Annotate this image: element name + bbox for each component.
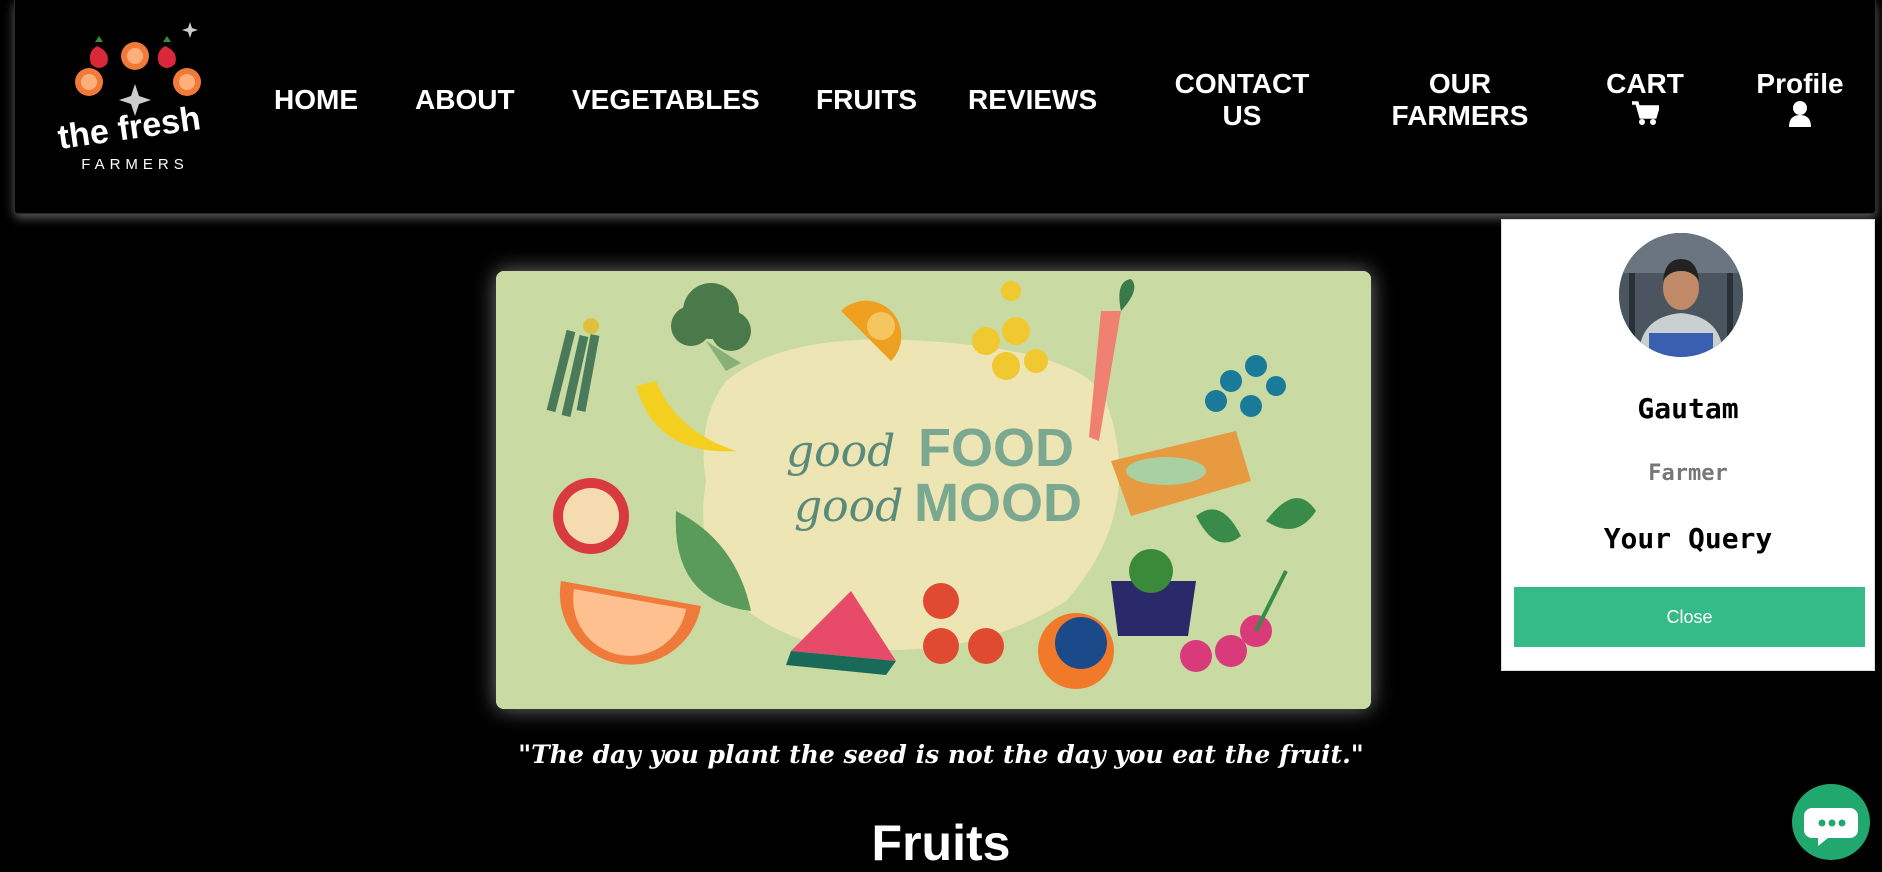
chat-button[interactable] [1792,784,1870,860]
nav-cart[interactable]: CART [1595,68,1695,126]
site-logo[interactable]: the fresh FARMERS [35,14,225,179]
cart-icon [1632,101,1659,125]
nav-farmers-line1: OUR [1428,68,1492,99]
avatar-photo-icon [1619,233,1743,357]
fruits-section-title: Fruits [871,815,1011,871]
your-query-label: Your Query [1603,522,1773,555]
banner-good-2: good [794,481,903,532]
chat-icon [1804,808,1858,846]
nav-reviews[interactable]: REVIEWS [968,84,1097,116]
user-icon [1789,101,1811,127]
profile-avatar [1619,233,1743,357]
nav-contact-us[interactable]: CONTACT US [1157,68,1327,132]
nav-cart-label: CART [1606,68,1684,99]
profile-name: Gautam [1637,392,1739,425]
nav-home[interactable]: HOME [274,84,358,116]
logo-subtext: FARMERS [81,156,189,173]
nav-profile-label: Profile [1756,68,1844,99]
nav-farmers-line2: FARMERS [1391,100,1529,131]
nav-vegetables[interactable]: VEGETABLES [572,84,760,116]
nav-our-farmers[interactable]: OUR FARMERS [1375,68,1545,132]
hero-banner: good FOOD good MOOD [496,271,1371,709]
navbar: the fresh FARMERS HOME ABOUT VEGETABLES … [14,0,1876,214]
nav-contact-line1: CONTACT [1174,68,1310,99]
logo-text: the fresh [55,99,202,157]
nav-contact-line2: US [1222,100,1262,131]
nav-profile[interactable]: Profile [1735,68,1865,128]
nav-fruits[interactable]: FRUITS [816,84,917,116]
banner-food: FOOD [918,418,1074,478]
profile-role: Farmer [1648,461,1728,486]
close-button[interactable]: Close [1514,587,1865,647]
nav-about[interactable]: ABOUT [415,84,515,116]
banner-good-1: good [786,426,895,477]
banner-illustration: good FOOD good MOOD [496,271,1371,709]
profile-card: Gautam Farmer Your Query Close [1501,219,1875,671]
banner-mood: MOOD [914,473,1082,533]
banner-quote: "The day you plant the seed is not the d… [518,740,1364,769]
